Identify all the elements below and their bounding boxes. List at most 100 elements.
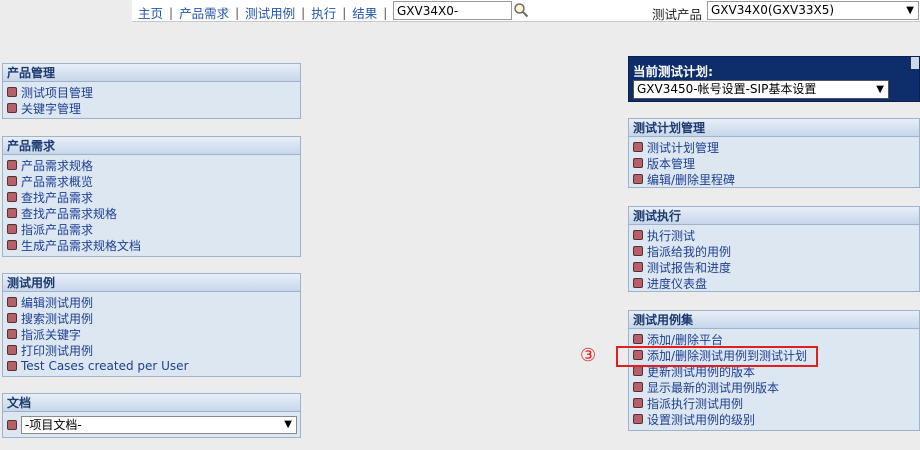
panel-title: 测试用例集 xyxy=(629,311,919,329)
bullet-icon xyxy=(7,297,17,307)
link-show-newest-versions[interactable]: 显示最新的测试用例版本 xyxy=(647,379,779,396)
bullet-icon xyxy=(633,398,643,408)
search-input[interactable] xyxy=(393,1,512,20)
list-item: 测试计划管理 xyxy=(633,139,916,155)
panel-test-execution: 测试执行 执行测试 指派给我的用例 测试报告和进度 进度仪表盘 xyxy=(628,206,920,292)
bullet-icon xyxy=(7,345,17,355)
current-plan-select[interactable]: GXV3450-帐号设置-SIP基本设置 ▼ xyxy=(633,80,889,99)
bullet-icon xyxy=(7,420,17,430)
bullet-icon xyxy=(7,224,17,234)
panel-body: 添加/删除平台 添加/删除测试用例到测试计划 更新测试用例的版本 显示最新的测试… xyxy=(629,329,919,431)
bullet-icon xyxy=(7,103,17,113)
bullet-icon xyxy=(633,334,643,344)
project-docs-select[interactable]: -项目文档- ▼ xyxy=(21,416,297,434)
link-search-requirements[interactable]: 查找产品需求 xyxy=(21,189,93,206)
list-item: Test Cases created per User xyxy=(7,358,297,374)
link-search-requirement-spec[interactable]: 查找产品需求规格 xyxy=(21,205,117,222)
panel-title: 测试用例 xyxy=(3,274,300,292)
chevron-down-icon: ▼ xyxy=(284,419,292,430)
link-test-reports[interactable]: 测试报告和进度 xyxy=(647,259,731,276)
nav-results-link[interactable]: 结果 xyxy=(352,3,377,22)
list-item: 指派关键字 xyxy=(7,326,297,342)
nav-separator: | xyxy=(383,5,388,20)
list-item: 版本管理 xyxy=(633,155,916,171)
list-item: 测试项目管理 xyxy=(7,84,297,100)
panel-body: 执行测试 指派给我的用例 测试报告和进度 进度仪表盘 xyxy=(629,225,919,295)
bullet-icon xyxy=(633,174,643,184)
link-execute-tests[interactable]: 执行测试 xyxy=(647,227,695,244)
nav-test-cases-link[interactable]: 测试用例 xyxy=(245,3,295,22)
list-item: 查找产品需求 xyxy=(7,189,297,205)
panel-test-cases: 测试用例 编辑测试用例 搜索测试用例 指派关键字 打印测试用例 Test Cas… xyxy=(2,273,301,377)
panel-title: 测试执行 xyxy=(629,207,919,225)
panel-title: 产品管理 xyxy=(3,64,300,82)
list-item: 产品需求规格 xyxy=(7,157,297,173)
list-item: 进度仪表盘 xyxy=(633,275,916,291)
link-requirement-spec[interactable]: 产品需求规格 xyxy=(21,157,93,174)
link-assign-execution[interactable]: 指派执行测试用例 xyxy=(647,395,743,412)
panel-title: 测试计划管理 xyxy=(629,119,919,137)
list-item: 设置测试用例的级别 xyxy=(633,411,916,427)
list-item: 搜索测试用例 xyxy=(7,310,297,326)
nav-separator: | xyxy=(342,5,347,20)
link-test-project-management[interactable]: 测试项目管理 xyxy=(21,84,93,101)
chevron-down-icon: ▼ xyxy=(906,5,914,16)
panel-body: 测试计划管理 版本管理 编辑/删除里程碑 xyxy=(629,137,919,191)
list-item: 测试报告和进度 xyxy=(633,259,916,275)
panel-documents: 文档 -项目文档- ▼ xyxy=(2,393,301,438)
product-label: 测试产品 xyxy=(652,7,703,22)
link-requirement-overview[interactable]: 产品需求概览 xyxy=(21,173,93,190)
bullet-icon xyxy=(633,262,643,272)
panel-title: 产品需求 xyxy=(3,137,300,155)
link-assigned-to-me[interactable]: 指派给我的用例 xyxy=(647,243,731,260)
main-nav: 主页 | 产品需求 | 测试用例 | 执行 | 结果 | xyxy=(138,3,393,22)
bullet-icon xyxy=(633,158,643,168)
nav-home-link[interactable]: 主页 xyxy=(138,3,163,22)
bullet-icon xyxy=(633,230,643,240)
list-item: 生成产品需求规格文档 xyxy=(7,237,297,253)
list-item: 指派执行测试用例 xyxy=(633,395,916,411)
list-item: 产品需求概览 xyxy=(7,173,297,189)
bullet-icon xyxy=(7,208,17,218)
bullet-icon xyxy=(7,192,17,202)
bullet-icon xyxy=(633,142,643,152)
step-marker: ③ xyxy=(580,345,597,366)
link-edit-test-cases[interactable]: 编辑测试用例 xyxy=(21,294,93,311)
bullet-icon xyxy=(7,160,17,170)
bullet-icon xyxy=(7,176,17,186)
corner-icon[interactable] xyxy=(911,57,919,69)
panel-body: 测试项目管理 关键字管理 xyxy=(3,82,300,120)
link-keyword-management[interactable]: 关键字管理 xyxy=(21,100,81,117)
panel-test-plan-management: 测试计划管理 测试计划管理 版本管理 编辑/删除里程碑 xyxy=(628,118,920,188)
current-plan-title: 当前测试计划: xyxy=(633,64,713,79)
list-item: 编辑测试用例 xyxy=(7,294,297,310)
link-version-management[interactable]: 版本管理 xyxy=(647,155,695,172)
chevron-down-icon: ▼ xyxy=(876,84,884,95)
product-select[interactable]: GXV34X0(GXV33X5) ▼ xyxy=(707,1,919,20)
link-test-cases-per-user[interactable]: Test Cases created per User xyxy=(21,359,189,373)
link-print-test-cases[interactable]: 打印测试用例 xyxy=(21,342,93,359)
link-set-case-priority[interactable]: 设置测试用例的级别 xyxy=(647,411,755,428)
link-generate-requirement-doc[interactable]: 生成产品需求规格文档 xyxy=(21,237,141,254)
nav-requirements-link[interactable]: 产品需求 xyxy=(179,3,229,22)
link-test-plan-management[interactable]: 测试计划管理 xyxy=(647,139,719,156)
current-plan-select-value: GXV3450-帐号设置-SIP基本设置 xyxy=(637,82,817,96)
panel-body: 编辑测试用例 搜索测试用例 指派关键字 打印测试用例 Test Cases cr… xyxy=(3,292,300,378)
bullet-icon xyxy=(7,313,17,323)
link-assign-keywords[interactable]: 指派关键字 xyxy=(21,326,81,343)
list-item: 指派给我的用例 xyxy=(633,243,916,259)
search-icon[interactable] xyxy=(513,2,529,18)
link-assign-requirements[interactable]: 指派产品需求 xyxy=(21,221,93,238)
nav-separator: | xyxy=(301,5,306,20)
link-edit-milestones[interactable]: 编辑/删除里程碑 xyxy=(647,171,735,188)
nav-separator: | xyxy=(235,5,240,20)
list-item: 编辑/删除里程碑 xyxy=(633,171,916,187)
link-add-remove-platforms[interactable]: 添加/删除平台 xyxy=(647,331,723,348)
product-select-value: GXV34X0(GXV33X5) xyxy=(711,3,835,17)
link-progress-dashboard[interactable]: 进度仪表盘 xyxy=(647,275,707,292)
link-search-test-cases[interactable]: 搜索测试用例 xyxy=(21,310,93,327)
list-item: 指派产品需求 xyxy=(7,221,297,237)
list-item: 打印测试用例 xyxy=(7,342,297,358)
nav-execute-link[interactable]: 执行 xyxy=(311,3,336,22)
list-item: 查找产品需求规格 xyxy=(7,205,297,221)
